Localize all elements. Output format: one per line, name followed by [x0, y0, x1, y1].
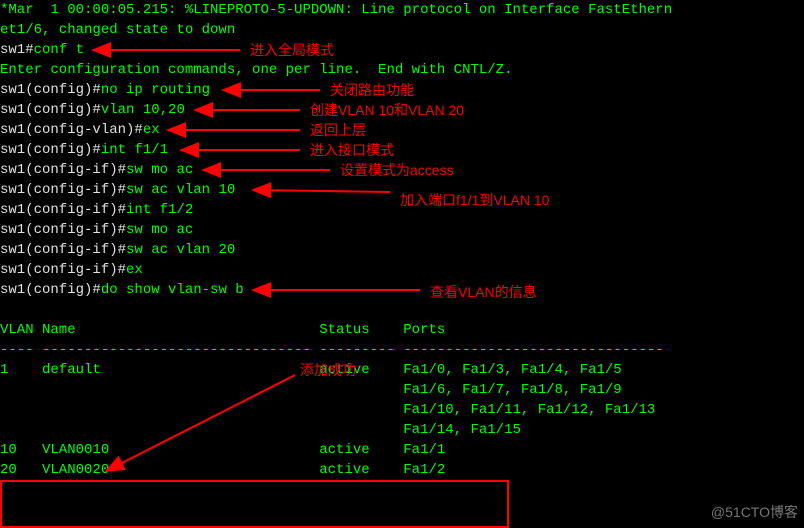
- table-row: Fa1/6, Fa1/7, Fa1/8, Fa1/9: [0, 380, 804, 400]
- annotation-success: 添加成功: [300, 360, 356, 380]
- log-line: et1/6, changed state to down: [0, 20, 804, 40]
- annotation-ex: 返回上层: [310, 120, 366, 140]
- log-line: *Mar 1 00:00:05.215: %LINEPROTO-5-UPDOWN…: [0, 0, 804, 20]
- prompt: sw1(config-if)#: [0, 162, 126, 178]
- command: conf t: [34, 42, 84, 58]
- cli-line: sw1(config-if)#ex: [0, 260, 804, 280]
- table-row: Fa1/10, Fa1/11, Fa1/12, Fa1/13: [0, 400, 804, 420]
- prompt: sw1#: [0, 42, 34, 58]
- command: sw mo ac: [126, 162, 193, 178]
- vlan-table-divider: ---- -------------------------------- --…: [0, 340, 804, 360]
- prompt: sw1(config-vlan)#: [0, 122, 143, 138]
- prompt: sw1(config-if)#: [0, 202, 126, 218]
- cli-line: sw1(config-if)#sw ac vlan 20: [0, 240, 804, 260]
- annotation-moac: 设置模式为access: [340, 160, 454, 180]
- command: sw ac vlan 20: [126, 242, 235, 258]
- annotation-conft: 进入全局模式: [250, 40, 334, 60]
- vlan-table-header: VLAN Name Status Ports: [0, 320, 804, 340]
- watermark: @51CTO博客: [711, 502, 798, 522]
- table-row: 20 VLAN0020 active Fa1/2: [0, 460, 804, 480]
- table-row: 1 default active Fa1/0, Fa1/3, Fa1/4, Fa…: [0, 360, 804, 380]
- prompt: sw1(config-if)#: [0, 222, 126, 238]
- blank-line: [0, 300, 804, 320]
- command: int f1/1: [101, 142, 168, 158]
- prompt: sw1(config-if)#: [0, 262, 126, 278]
- cli-line: sw1(config-vlan)#ex: [0, 120, 804, 140]
- prompt: sw1(config-if)#: [0, 182, 126, 198]
- cli-output: Enter configuration commands, one per li…: [0, 60, 804, 80]
- command: ex: [143, 122, 160, 138]
- command: do show vlan-sw b: [101, 282, 244, 298]
- highlight-box: [0, 480, 509, 528]
- cli-line: sw1(config)#int f1/1: [0, 140, 804, 160]
- annotation-intf: 进入接口模式: [310, 140, 394, 160]
- prompt: sw1(config)#: [0, 142, 101, 158]
- annotation-noip: 关闭路由功能: [330, 80, 414, 100]
- command: vlan 10,20: [101, 102, 185, 118]
- cli-line: sw1(config)#do show vlan-sw b: [0, 280, 804, 300]
- cli-line: sw1(config-if)#sw mo ac: [0, 220, 804, 240]
- prompt: sw1(config)#: [0, 102, 101, 118]
- command: int f1/2: [126, 202, 193, 218]
- command: no ip routing: [101, 82, 210, 98]
- annotation-acvlan10: 加入端口f1/1到VLAN 10: [400, 190, 549, 210]
- command: ex: [126, 262, 143, 278]
- annotation-vlan: 创建VLAN 10和VLAN 20: [310, 100, 464, 120]
- prompt: sw1(config)#: [0, 282, 101, 298]
- prompt: sw1(config)#: [0, 82, 101, 98]
- table-row: 10 VLAN0010 active Fa1/1: [0, 440, 804, 460]
- prompt: sw1(config-if)#: [0, 242, 126, 258]
- table-row: Fa1/14, Fa1/15: [0, 420, 804, 440]
- command: sw mo ac: [126, 222, 193, 238]
- cli-line: sw1#conf t: [0, 40, 804, 60]
- command: sw ac vlan 10: [126, 182, 235, 198]
- annotation-doshow: 查看VLAN的信息: [430, 282, 537, 302]
- terminal-screen: { "log": { "l1": "*Mar 1 00:00:05.215: %…: [0, 0, 804, 528]
